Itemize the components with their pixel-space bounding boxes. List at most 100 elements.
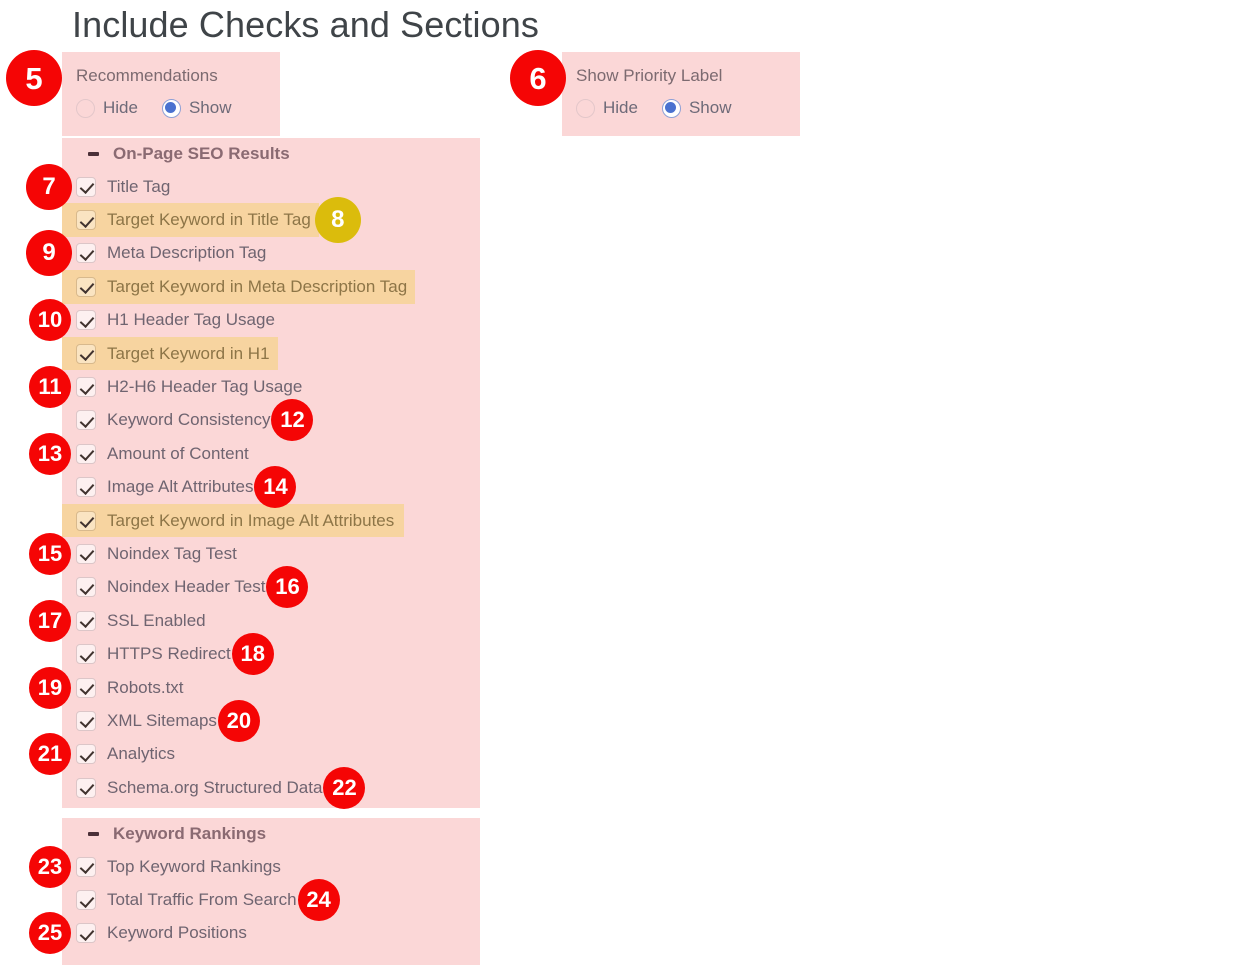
checkbox-checked-icon[interactable]: [76, 711, 96, 731]
step-badge-8: 8: [315, 197, 361, 243]
radio-selected-icon[interactable]: [662, 99, 681, 118]
step-badge-11: 11: [29, 366, 71, 408]
section-header[interactable]: Keyword Rankings: [62, 818, 480, 850]
checkbox-label: Target Keyword in Meta Description Tag: [107, 277, 407, 297]
checkbox-checked-icon[interactable]: [76, 344, 96, 364]
check-row[interactable]: Total Traffic From Search: [62, 883, 480, 916]
checkbox-checked-icon[interactable]: [76, 210, 96, 230]
checkbox-label: Noindex Tag Test: [107, 544, 237, 564]
minus-icon[interactable]: [88, 832, 99, 836]
step-badge-19: 19: [29, 667, 71, 709]
checkbox-label: Top Keyword Rankings: [107, 857, 281, 877]
radio-option-label: Show: [689, 98, 732, 118]
step-badge-7: 7: [26, 164, 72, 210]
check-row[interactable]: Target Keyword in Meta Description Tag: [62, 270, 480, 303]
option-panel-recommendations: Recommendations Hide Show: [62, 52, 280, 136]
checkbox-label: Target Keyword in Title Tag: [107, 210, 311, 230]
checkbox-label: Title Tag: [107, 177, 170, 197]
checkbox-checked-icon[interactable]: [76, 744, 96, 764]
radio-unselected-icon[interactable]: [76, 99, 95, 118]
radio-selected-icon[interactable]: [162, 99, 181, 118]
radio-option-label: Hide: [103, 98, 138, 118]
checkbox-checked-icon[interactable]: [76, 310, 96, 330]
step-badge-18: 18: [232, 633, 274, 675]
checkbox-label: Target Keyword in H1: [107, 344, 270, 364]
checkbox-label: Robots.txt: [107, 678, 184, 698]
checkbox-checked-icon[interactable]: [76, 277, 96, 297]
checkbox-checked-icon[interactable]: [76, 177, 96, 197]
radio-option-hide[interactable]: Hide: [76, 98, 138, 118]
check-row[interactable]: Robots.txt: [62, 671, 480, 704]
option-panel-label: Show Priority Label: [576, 66, 722, 86]
minus-icon[interactable]: [88, 152, 99, 156]
section-title: On-Page SEO Results: [113, 144, 290, 164]
check-row[interactable]: Top Keyword Rankings: [62, 850, 480, 883]
checkbox-label: Analytics: [107, 744, 175, 764]
radio-group: Hide Show: [76, 98, 232, 118]
checkbox-label: Keyword Positions: [107, 923, 247, 943]
radio-group: Hide Show: [576, 98, 732, 118]
check-row[interactable]: XML Sitemaps: [62, 704, 480, 737]
check-row[interactable]: Target Keyword in Title Tag: [62, 203, 480, 236]
checkbox-label: Total Traffic From Search: [107, 890, 297, 910]
step-badge-20: 20: [218, 700, 260, 742]
step-badge-24: 24: [298, 879, 340, 921]
check-row[interactable]: H2-H6 Header Tag Usage: [62, 370, 480, 403]
checkbox-checked-icon[interactable]: [76, 477, 96, 497]
checkbox-label: HTTPS Redirect: [107, 644, 231, 664]
check-row[interactable]: Noindex Tag Test: [62, 537, 480, 570]
option-panel-label: Recommendations: [76, 66, 218, 86]
step-badge-22: 22: [323, 767, 365, 809]
check-row[interactable]: Target Keyword in H1: [62, 337, 480, 370]
check-row[interactable]: Schema.org Structured Data: [62, 771, 480, 804]
option-panel-show-priority-label: Show Priority Label Hide Show: [562, 52, 800, 136]
radio-option-hide[interactable]: Hide: [576, 98, 638, 118]
step-badge-15: 15: [29, 533, 71, 575]
check-panel-keyword-rankings: Keyword Rankings Top Keyword Rankings Tota…: [62, 818, 480, 965]
checkbox-label: Amount of Content: [107, 444, 249, 464]
radio-option-label: Show: [189, 98, 232, 118]
checkbox-checked-icon[interactable]: [76, 243, 96, 263]
checkbox-checked-icon[interactable]: [76, 611, 96, 631]
checkbox-checked-icon[interactable]: [76, 857, 96, 877]
checkbox-checked-icon[interactable]: [76, 678, 96, 698]
checkbox-checked-icon[interactable]: [76, 644, 96, 664]
checkbox-checked-icon[interactable]: [76, 444, 96, 464]
check-row[interactable]: H1 Header Tag Usage: [62, 304, 480, 337]
checkbox-label: Target Keyword in Image Alt Attributes: [107, 511, 394, 531]
checkbox-checked-icon[interactable]: [76, 890, 96, 910]
page-title: Include Checks and Sections: [72, 4, 539, 46]
checkbox-label: H1 Header Tag Usage: [107, 310, 275, 330]
radio-option-show[interactable]: Show: [162, 98, 232, 118]
step-badge-17: 17: [29, 600, 71, 642]
checkbox-label: SSL Enabled: [107, 611, 206, 631]
check-row[interactable]: SSL Enabled: [62, 604, 480, 637]
check-row[interactable]: Analytics: [62, 738, 480, 771]
checkbox-label: Meta Description Tag: [107, 243, 266, 263]
radio-option-label: Hide: [603, 98, 638, 118]
radio-unselected-icon[interactable]: [576, 99, 595, 118]
section-title: Keyword Rankings: [113, 824, 266, 844]
checkbox-label: Schema.org Structured Data: [107, 778, 322, 798]
checkbox-checked-icon[interactable]: [76, 544, 96, 564]
step-badge-10: 10: [29, 299, 71, 341]
radio-option-show[interactable]: Show: [662, 98, 732, 118]
check-row[interactable]: Title Tag: [62, 170, 480, 203]
checkbox-checked-icon[interactable]: [76, 778, 96, 798]
step-badge-6: 6: [510, 50, 566, 106]
step-badge-5: 5: [6, 50, 62, 106]
step-badge-13: 13: [29, 433, 71, 475]
checkbox-checked-icon[interactable]: [76, 410, 96, 430]
step-badge-23: 23: [29, 846, 71, 888]
check-row[interactable]: Target Keyword in Image Alt Attributes: [62, 504, 480, 537]
checkbox-checked-icon[interactable]: [76, 923, 96, 943]
check-row[interactable]: Meta Description Tag: [62, 237, 480, 270]
section-header[interactable]: On-Page SEO Results: [62, 138, 480, 170]
check-row[interactable]: Keyword Positions: [62, 917, 480, 950]
checkbox-checked-icon[interactable]: [76, 511, 96, 531]
checkbox-checked-icon[interactable]: [76, 377, 96, 397]
checkbox-checked-icon[interactable]: [76, 577, 96, 597]
checkbox-label: XML Sitemaps: [107, 711, 217, 731]
checkbox-label: Image Alt Attributes: [107, 477, 253, 497]
checkbox-label: Noindex Header Test: [107, 577, 265, 597]
